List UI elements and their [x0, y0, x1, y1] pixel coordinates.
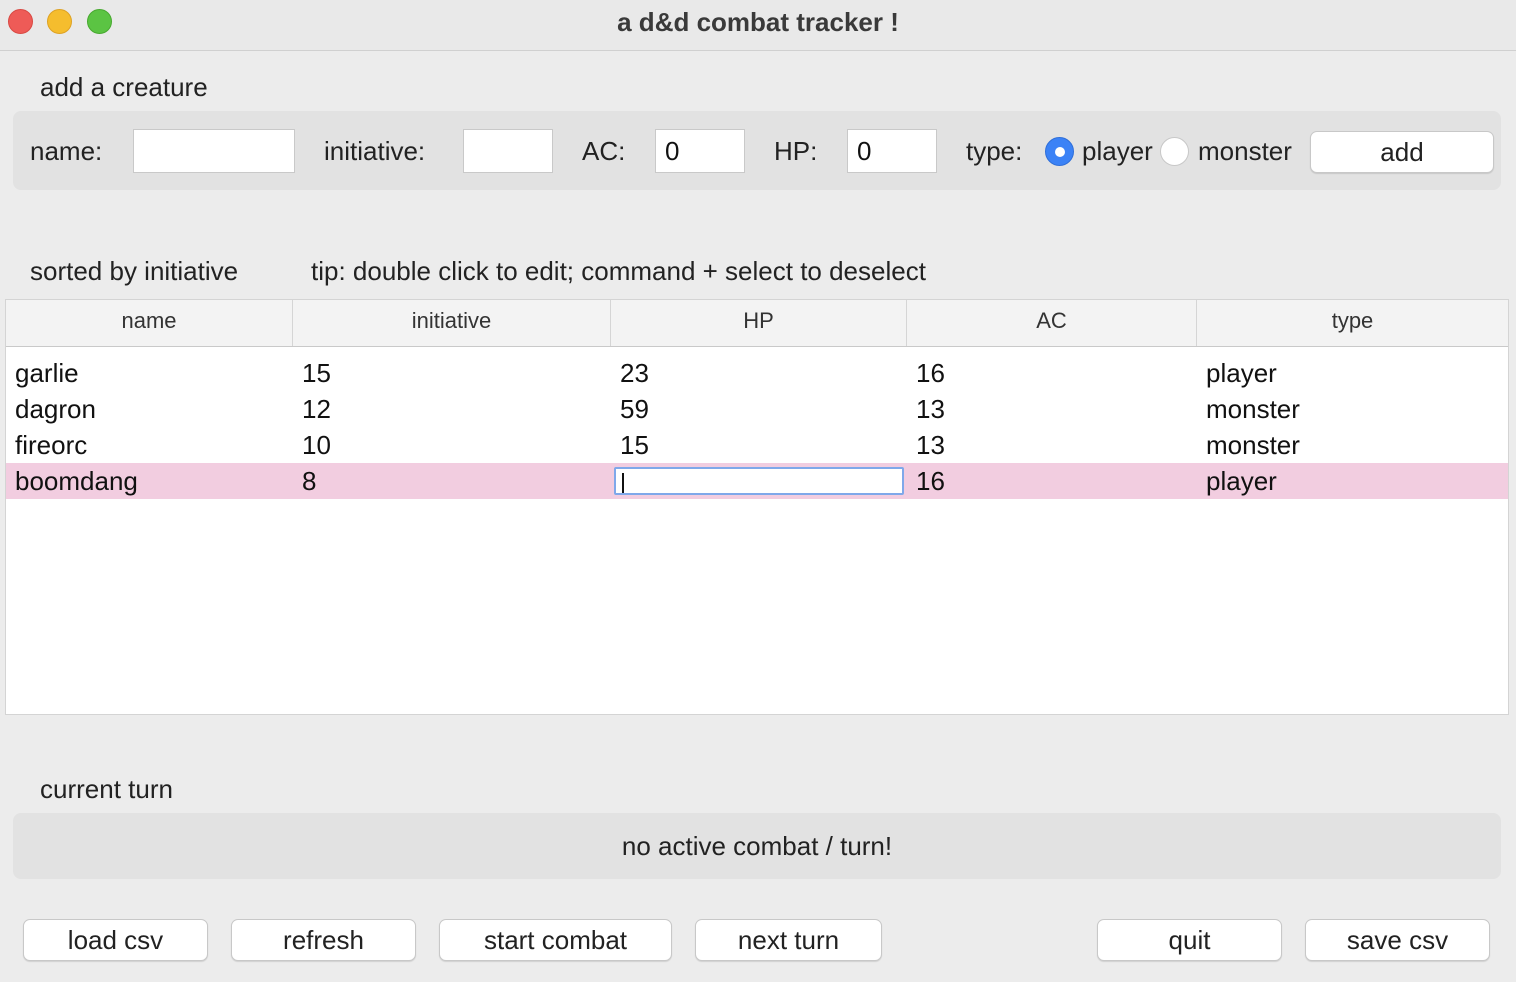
name-input[interactable] — [133, 129, 295, 173]
cell-ac: 16 — [916, 358, 945, 388]
cell-ac: 13 — [916, 394, 945, 424]
table-header: name initiative HP AC type — [6, 300, 1508, 347]
cell-name: boomdang — [15, 466, 138, 496]
table-row[interactable]: dagron 12 59 13 monster — [6, 391, 1508, 427]
hp-cell-editor[interactable] — [614, 467, 904, 495]
start-combat-button[interactable]: start combat — [439, 919, 672, 961]
hp-label: HP: — [774, 136, 818, 166]
window-title: a d&d combat tracker ! — [617, 7, 899, 37]
add-creature-heading: add a creature — [40, 72, 208, 102]
add-creature-panel: name: initiative: AC: 0 HP: 0 type: play… — [13, 111, 1501, 190]
cell-ac: 13 — [916, 430, 945, 460]
refresh-button[interactable]: refresh — [231, 919, 416, 961]
ac-input[interactable]: 0 — [655, 129, 745, 173]
cell-hp: 23 — [620, 358, 649, 388]
cell-type: monster — [1206, 394, 1300, 424]
current-turn-status: no active combat / turn! — [13, 813, 1501, 879]
cell-name: garlie — [15, 358, 79, 388]
cell-hp: 15 — [620, 430, 649, 460]
sorted-heading: sorted by initiative — [30, 256, 239, 286]
cell-ac: 16 — [916, 466, 945, 496]
current-turn-heading: current turn — [40, 774, 173, 804]
load-csv-button[interactable]: load csv — [23, 919, 208, 961]
creature-table: name initiative HP AC type garlie 15 23 … — [5, 299, 1509, 715]
quit-button[interactable]: quit — [1097, 919, 1282, 961]
cell-initiative: 12 — [302, 394, 331, 424]
cell-name: fireorc — [15, 430, 88, 460]
type-label: type: — [966, 136, 1023, 166]
cell-type: monster — [1206, 430, 1300, 460]
table-row[interactable]: fireorc 10 15 13 monster — [6, 427, 1508, 463]
tip-text: tip: double click to edit; command + sel… — [311, 256, 926, 286]
player-radio-label[interactable]: player — [1082, 136, 1153, 167]
title-bar: a d&d combat tracker ! — [0, 0, 1516, 51]
text-caret — [622, 473, 624, 493]
initiative-label: initiative: — [324, 136, 426, 166]
column-header-name[interactable]: name — [6, 300, 293, 346]
next-turn-button[interactable]: next turn — [695, 919, 882, 961]
cell-initiative: 10 — [302, 430, 331, 460]
initiative-input[interactable] — [463, 129, 553, 173]
save-csv-button[interactable]: save csv — [1305, 919, 1490, 961]
player-radio[interactable] — [1045, 137, 1074, 166]
table-row-selected[interactable]: boomdang 8 16 player — [6, 463, 1508, 499]
column-header-ac[interactable]: AC — [907, 300, 1197, 346]
column-header-initiative[interactable]: initiative — [293, 300, 611, 346]
cell-initiative: 15 — [302, 358, 331, 388]
hp-input[interactable]: 0 — [847, 129, 937, 173]
monster-radio-label[interactable]: monster — [1198, 136, 1292, 167]
column-header-hp[interactable]: HP — [611, 300, 907, 346]
app-window: a d&d combat tracker ! add a creature na… — [0, 0, 1516, 982]
table-row[interactable]: garlie 15 23 16 player — [6, 355, 1508, 391]
ac-label: AC: — [582, 136, 626, 166]
add-button[interactable]: add — [1310, 131, 1494, 173]
cell-hp: 59 — [620, 394, 649, 424]
cell-type: player — [1206, 466, 1277, 496]
cell-initiative: 8 — [302, 466, 317, 496]
column-header-type[interactable]: type — [1197, 300, 1508, 346]
cell-name: dagron — [15, 394, 96, 424]
monster-radio[interactable] — [1160, 137, 1189, 166]
name-label: name: — [30, 136, 103, 166]
cell-type: player — [1206, 358, 1277, 388]
